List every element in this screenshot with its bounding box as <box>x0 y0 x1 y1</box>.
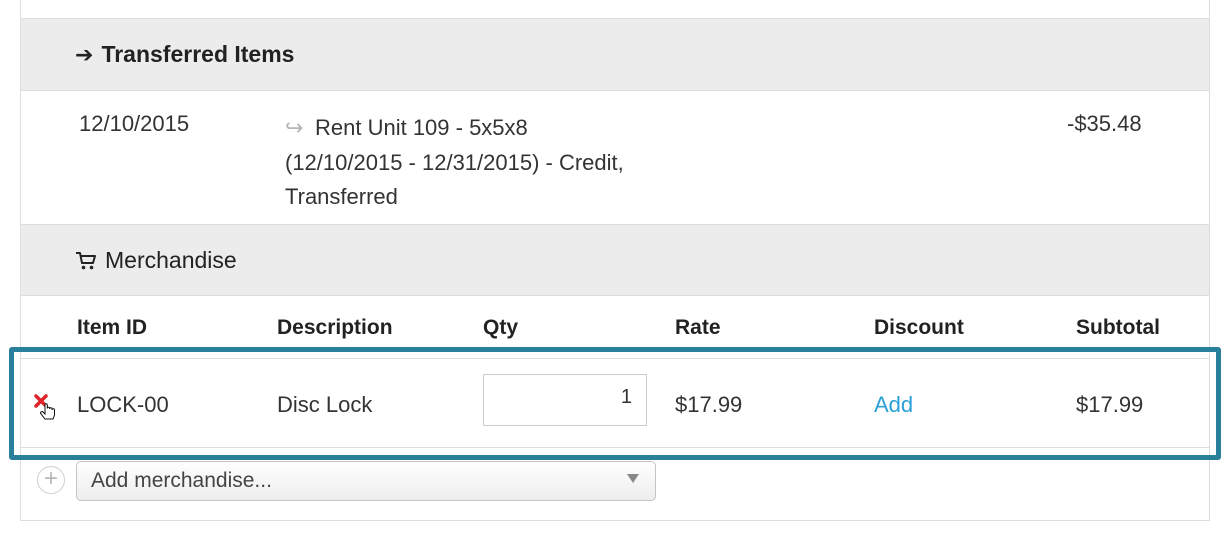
plus-circle-icon[interactable]: + <box>37 466 65 494</box>
column-header-item-id: Item ID <box>77 316 148 339</box>
transferred-desc-line3: Transferred <box>285 184 398 209</box>
transferred-date: 12/10/2015 <box>79 111 190 136</box>
transferred-items-label: Transferred Items <box>101 41 295 67</box>
qty-input[interactable] <box>483 374 647 426</box>
add-discount-link[interactable]: Add <box>874 392 913 418</box>
transferred-description: ↪ Rent Unit 109 - 5x5x8 (12/10/2015 - 12/… <box>285 111 705 215</box>
transferred-items-header: ➔ Transferred Items <box>21 19 1209 91</box>
remove-x-icon[interactable] <box>33 393 59 423</box>
item-id-cell: LOCK-00 <box>77 392 169 417</box>
invoice-panel: ➔ Transferred Items 12/10/2015 ↪ Rent Uni… <box>20 0 1210 521</box>
add-merchandise-select[interactable]: Add merchandise... <box>76 461 656 501</box>
column-header-description: Description <box>277 316 393 339</box>
table-row: LOCK-00 Disc Lock $17.99 Add $17.99 <box>21 358 1209 448</box>
chevron-down-icon <box>627 474 639 483</box>
add-merchandise-label: Add merchandise... <box>91 469 272 492</box>
transferred-desc-line1: Rent Unit 109 - 5x5x8 <box>315 115 528 140</box>
transferred-row: 12/10/2015 ↪ Rent Unit 109 - 5x5x8 (12/10… <box>21 91 1209 225</box>
column-header-discount: Discount <box>874 316 964 339</box>
subtotal-cell: $17.99 <box>1076 392 1144 417</box>
transferred-items-title: ➔ Transferred Items <box>75 41 294 68</box>
column-header-qty: Qty <box>483 316 519 339</box>
arrow-right-icon: ➔ <box>75 41 94 67</box>
column-header-rate: Rate <box>675 316 721 339</box>
description-cell: Disc Lock <box>277 392 373 417</box>
shopping-cart-icon <box>76 251 96 269</box>
rate-cell: $17.99 <box>675 392 743 417</box>
transferred-amount: -$35.48 <box>1067 111 1142 136</box>
previous-section-edge <box>21 0 1209 19</box>
merchandise-title: Merchandise <box>75 247 237 274</box>
merchandise-header: Merchandise <box>21 225 1209 296</box>
return-arrow-icon: ↪ <box>285 115 304 140</box>
hand-cursor-icon <box>40 403 55 420</box>
merchandise-label: Merchandise <box>105 247 237 273</box>
column-header-subtotal: Subtotal <box>1076 316 1160 339</box>
transferred-desc-line2: (12/10/2015 - 12/31/2015) - Credit, <box>285 149 624 175</box>
